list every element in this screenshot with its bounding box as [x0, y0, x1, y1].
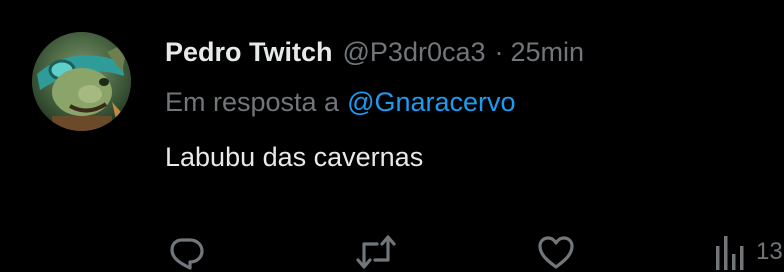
- avatar[interactable]: [32, 32, 131, 131]
- repost-arrows-icon: [356, 235, 396, 269]
- timestamp[interactable]: 25min: [511, 37, 585, 68]
- reply-button[interactable]: [166, 232, 206, 272]
- heart-icon: [538, 236, 574, 269]
- avatar-image: [32, 32, 131, 131]
- reply-context: Em resposta a @Gnaracervo: [165, 84, 516, 120]
- tweet-text: Labubu das cavernas: [165, 141, 424, 172]
- bar-chart-icon: [716, 236, 744, 270]
- display-name[interactable]: Pedro Twitch: [165, 37, 333, 68]
- like-button[interactable]: [536, 232, 576, 272]
- reply-prefix: Em resposta a: [165, 86, 340, 117]
- views-button[interactable]: 13: [714, 232, 783, 272]
- views-count: 13: [756, 238, 783, 265]
- repost-button[interactable]: [355, 232, 397, 272]
- speech-bubble-icon: [170, 238, 204, 270]
- reply-mention-link[interactable]: @Gnaracervo: [347, 87, 515, 118]
- separator-dot: ·: [494, 36, 504, 67]
- user-handle[interactable]: @P3dr0ca3: [343, 37, 486, 68]
- tweet[interactable]: Pedro Twitch @P3dr0ca3 · 25min Em respos…: [0, 0, 784, 270]
- tweet-header: Pedro Twitch @P3dr0ca3 · 25min: [165, 34, 584, 70]
